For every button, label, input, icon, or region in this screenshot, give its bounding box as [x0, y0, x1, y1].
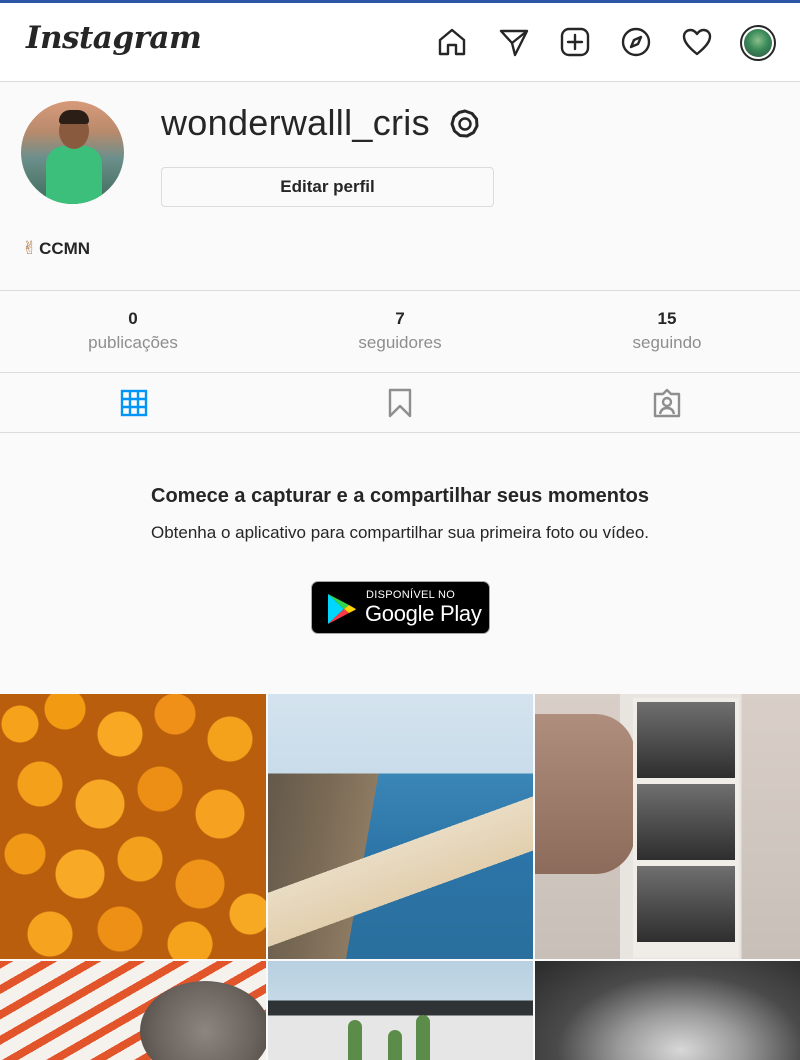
stat-following-label: seguindo	[632, 333, 702, 352]
google-play-small-text: DISPONÍVEL NO	[366, 589, 456, 601]
profile-bio: ✌ CCMN	[22, 238, 90, 259]
new-post-icon[interactable]	[558, 25, 592, 59]
stat-posts-count: 0	[128, 309, 138, 328]
stat-posts-label: publicações	[88, 333, 178, 352]
avatar-image	[744, 29, 772, 57]
profile-stats: 0 publicações 7 seguidores 15 seguindo	[0, 290, 800, 373]
profile-picture[interactable]	[21, 101, 124, 204]
sample-photo-oranges[interactable]	[0, 694, 266, 959]
tab-tagged-icon[interactable]	[651, 387, 683, 419]
stat-following[interactable]: 15 seguindo	[567, 309, 767, 353]
google-play-icon	[328, 594, 356, 624]
photo-hand	[535, 714, 635, 874]
instagram-logo[interactable]: Instagram	[26, 20, 202, 56]
photo-cat	[140, 981, 266, 1060]
photo-strip-frame	[637, 784, 735, 860]
sample-photo-photobooth[interactable]	[535, 694, 800, 959]
home-icon[interactable]	[435, 25, 469, 59]
photo-strip-frame	[637, 702, 735, 778]
profile-picture-hair	[59, 110, 89, 124]
direct-message-icon[interactable]	[497, 25, 531, 59]
photo-strip-frame	[637, 866, 735, 942]
top-navigation-bar: Instagram	[0, 3, 800, 82]
photo-cactus	[348, 1020, 362, 1060]
stat-followers-count: 7	[395, 309, 405, 328]
empty-state-title: Comece a capturar e a compartilhar seus …	[151, 485, 649, 507]
sample-photo-cat-blanket[interactable]	[0, 961, 266, 1060]
empty-state-subtitle: Obtenha o aplicativo para compartilhar s…	[151, 523, 649, 542]
google-play-big-text: Google Play	[365, 601, 482, 626]
photo-strip	[633, 698, 739, 958]
photo-cactus	[388, 1030, 402, 1060]
photo-cactus	[416, 1015, 430, 1060]
stat-followers-label: seguidores	[358, 333, 442, 352]
tab-posts-grid-icon[interactable]	[118, 387, 150, 419]
stat-following-count: 15	[657, 309, 677, 328]
profile-username: wonderwalll_cris	[161, 102, 430, 143]
activity-heart-icon[interactable]	[680, 25, 714, 59]
nav-profile-avatar[interactable]	[740, 25, 776, 61]
stat-posts[interactable]: 0 publicações	[33, 309, 233, 353]
bio-text: CCMN	[39, 238, 91, 258]
settings-gear-icon[interactable]	[448, 107, 482, 141]
victory-hand-icon: ✌	[22, 238, 38, 259]
profile-picture-shirt	[46, 146, 102, 204]
edit-profile-button[interactable]: Editar perfil	[161, 167, 494, 207]
tab-saved-bookmark-icon[interactable]	[384, 387, 416, 419]
sample-photo-coastline[interactable]	[268, 694, 533, 959]
sample-photo-cactus-building[interactable]	[268, 961, 533, 1060]
profile-tabs	[0, 373, 800, 433]
google-play-badge[interactable]: DISPONÍVEL NO Google Play	[311, 581, 490, 634]
stat-followers[interactable]: 7 seguidores	[300, 309, 500, 353]
explore-compass-icon[interactable]	[619, 25, 653, 59]
sample-photo-baby[interactable]	[535, 961, 800, 1060]
